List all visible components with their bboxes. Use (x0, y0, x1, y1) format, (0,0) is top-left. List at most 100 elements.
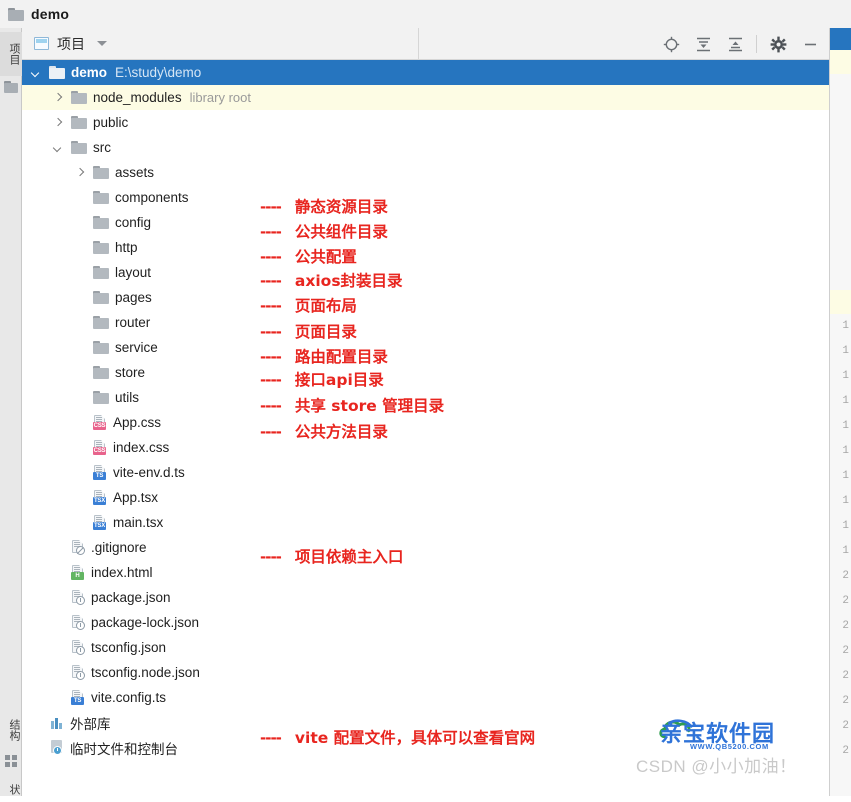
tree-label: vite-env.d.ts (113, 465, 185, 480)
tree-label: package-lock.json (91, 615, 200, 630)
gutter-highlight-line (830, 50, 851, 74)
gear-icon[interactable] (765, 31, 791, 57)
json-file-icon (71, 615, 85, 630)
annotation: ---- 项目依赖主入口 (260, 548, 404, 566)
expand-all-icon[interactable] (690, 31, 716, 57)
css-file-icon: CSS (93, 440, 107, 455)
annotation: ---- 公共组件目录 (260, 223, 388, 241)
tree-row-demo[interactable]: demo E:\study\demo (22, 60, 829, 85)
json-file-icon (71, 665, 85, 680)
tree-row-components[interactable]: components (22, 185, 829, 210)
tree-label: index.html (91, 565, 153, 580)
tree-row-vite-config-ts[interactable]: TS vite.config.ts (22, 685, 829, 710)
tree-row-package-lock-json[interactable]: package-lock.json (22, 610, 829, 635)
folder-icon (93, 391, 109, 404)
chevron-right-icon[interactable] (52, 92, 63, 103)
tree-label: vite.config.ts (91, 690, 167, 705)
tree-row-service[interactable]: service (22, 335, 829, 360)
window-title: demo (31, 6, 70, 22)
locate-icon[interactable] (658, 31, 684, 57)
collapse-all-icon[interactable] (722, 31, 748, 57)
tree-label: pages (115, 290, 152, 305)
grid-icon (4, 754, 18, 768)
tree-row-src[interactable]: src (22, 135, 829, 160)
ide-window: demo 项目 结构 状 项目 demo E:\study\demo node_… (0, 0, 851, 796)
json-file-icon (71, 640, 85, 655)
folder-icon (93, 166, 109, 179)
sidebar-tab-project[interactable]: 项目 (0, 32, 22, 76)
sidebar-tab-status[interactable]: 状 (0, 776, 22, 802)
gutter-selected-line (830, 28, 851, 50)
sidebar-tab-structure[interactable]: 结构 (0, 708, 22, 752)
chevron-right-icon[interactable] (74, 167, 85, 178)
folder-icon (8, 7, 24, 21)
chevron-down-icon[interactable] (97, 41, 107, 46)
tree-row-gitignore[interactable]: .gitignore (22, 535, 829, 560)
tree-row-package-json[interactable]: package.json (22, 585, 829, 610)
html-file-icon: H (71, 565, 85, 580)
folder-icon (93, 241, 109, 254)
json-file-icon (71, 590, 85, 605)
toolbar-separator (756, 35, 757, 53)
tree-label: assets (115, 165, 155, 180)
annotation: ---- 公共方法目录 (260, 423, 388, 441)
tree-row-app-tsx[interactable]: TSX App.tsx (22, 485, 829, 510)
tree-row-assets[interactable]: assets (22, 160, 829, 185)
project-panel: 项目 demo E:\study\demo node_modules libra… (22, 28, 829, 796)
project-panel-header: 项目 (22, 28, 829, 60)
chevron-right-icon[interactable] (52, 117, 63, 128)
tree-label: node_modules (93, 90, 182, 105)
tree-label: layout (115, 265, 152, 280)
project-folder-icon (4, 80, 18, 94)
tree-row-http[interactable]: http (22, 235, 829, 260)
folder-icon (93, 191, 109, 204)
gutter-line-numbers: 1 1 1 1 1 1 1 1 1 1 2 2 2 2 2 2 2 2 (842, 320, 849, 757)
chevron-down-icon[interactable] (30, 67, 41, 78)
tree-sublabel: library root (189, 90, 251, 105)
tree-label: router (115, 315, 151, 330)
tree-row-main-tsx[interactable]: TSX main.tsx (22, 510, 829, 535)
annotation: ---- 公共配置 (260, 248, 357, 266)
annotation: ---- 接口api目录 (260, 371, 384, 389)
tree-row-pages[interactable]: pages (22, 285, 829, 310)
chevron-down-icon[interactable] (52, 142, 63, 153)
tree-row-vite-env-d-ts[interactable]: TS vite-env.d.ts (22, 460, 829, 485)
annotation: ---- axios封装目录 (260, 272, 403, 290)
tree-sublabel: E:\study\demo (115, 65, 202, 80)
tree-row-index-css[interactable]: CSS index.css (22, 435, 829, 460)
css-file-icon: CSS (93, 415, 107, 430)
tree-label: config (115, 215, 152, 230)
tree-label: components (115, 190, 189, 205)
folder-icon (71, 141, 87, 154)
tree-label: index.css (113, 440, 170, 455)
tree-row-router[interactable]: router (22, 310, 829, 335)
folder-icon (93, 316, 109, 329)
folder-icon (93, 266, 109, 279)
gitignore-file-icon (71, 540, 85, 555)
folder-icon (93, 291, 109, 304)
tree-row-tsconfig-node-json[interactable]: tsconfig.node.json (22, 660, 829, 685)
tree-row-index-html[interactable]: H index.html (22, 560, 829, 585)
editor-gutter[interactable]: 1 1 1 1 1 1 1 1 1 1 2 2 2 2 2 2 2 2 (829, 28, 851, 796)
title-bar: demo (0, 0, 851, 28)
project-icon (34, 37, 49, 50)
tree-row-node-modules[interactable]: node_modules library root (22, 85, 829, 110)
project-tree[interactable]: demo E:\study\demo node_modules library … (22, 60, 829, 796)
tree-row-public[interactable]: public (22, 110, 829, 135)
tree-label: tsconfig.node.json (91, 665, 200, 680)
folder-icon (49, 66, 65, 79)
tree-label: .gitignore (91, 540, 147, 555)
tree-label: 临时文件和控制台 (70, 741, 178, 757)
tree-row-tsconfig-json[interactable]: tsconfig.json (22, 635, 829, 660)
tree-row-layout[interactable]: layout (22, 260, 829, 285)
tree-label: src (93, 140, 111, 155)
tree-row-store[interactable]: store (22, 360, 829, 385)
annotation: ---- 页面目录 (260, 323, 357, 341)
folder-icon (71, 91, 87, 104)
tree-row-config[interactable]: config (22, 210, 829, 235)
scratches-icon (50, 740, 64, 755)
minimize-icon[interactable] (797, 31, 823, 57)
library-icon (50, 716, 64, 730)
tsx-file-icon: TSX (93, 490, 107, 505)
tree-label: App.css (113, 415, 162, 430)
